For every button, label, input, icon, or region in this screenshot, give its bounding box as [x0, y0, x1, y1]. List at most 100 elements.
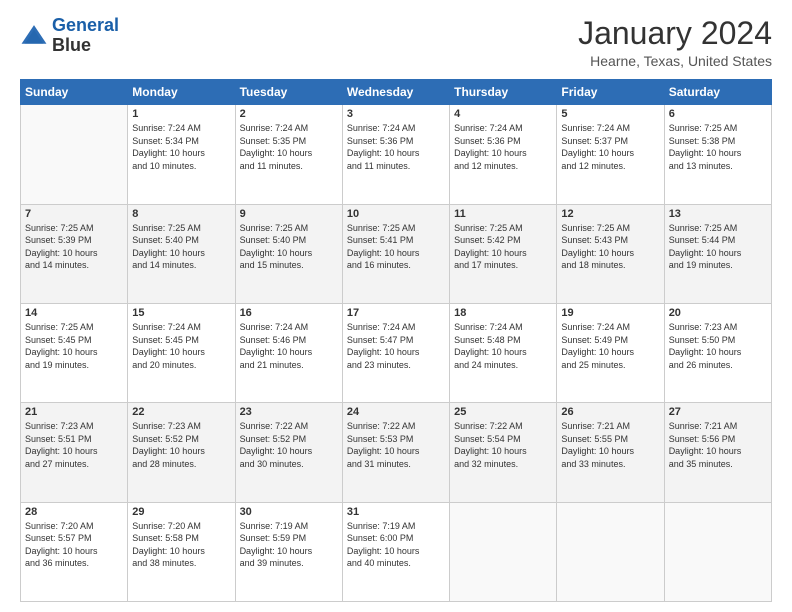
logo-icon	[20, 22, 48, 50]
calendar-cell: 14 Sunrise: 7:25 AM Sunset: 5:45 PM Dayli…	[21, 303, 128, 402]
day-number: 4	[454, 108, 552, 120]
calendar-cell: 4Sunrise: 7:24 AM Sunset: 5:36 PM Daylig…	[450, 105, 557, 204]
calendar-cell: 17 Sunrise: 7:24 AM Sunset: 5:47 PM Dayli…	[342, 303, 449, 402]
day-number: 8	[132, 208, 230, 220]
day-number: 21	[25, 406, 123, 418]
day-number: 1	[132, 108, 230, 120]
day-info: Sunrise: 7:23 AM Sunset: 5:50 PM Dayligh…	[669, 321, 767, 371]
day-info: Sunrise: 7:25 AM Sunset: 5:40 PM Dayligh…	[240, 222, 338, 272]
day-info: Sunrise: 7:25 AM Sunset: 5:39 PM Dayligh…	[25, 222, 123, 272]
day-number: 30	[240, 506, 338, 518]
day-info: Sunrise: 7:20 AM Sunset: 5:57 PM Dayligh…	[25, 520, 123, 570]
logo-text: General Blue	[52, 16, 119, 56]
day-info: Sunrise: 7:24 AM Sunset: 5:34 PM Dayligh…	[132, 122, 230, 172]
calendar-cell: 24 Sunrise: 7:22 AM Sunset: 5:53 PM Dayli…	[342, 403, 449, 502]
day-header: Tuesday	[235, 80, 342, 105]
day-info: Sunrise: 7:22 AM Sunset: 5:52 PM Dayligh…	[240, 420, 338, 470]
day-info: Sunrise: 7:20 AM Sunset: 5:58 PM Dayligh…	[132, 520, 230, 570]
day-number: 18	[454, 307, 552, 319]
day-info: Sunrise: 7:19 AM Sunset: 6:00 PM Dayligh…	[347, 520, 445, 570]
day-number: 24	[347, 406, 445, 418]
calendar: SundayMondayTuesdayWednesdayThursdayFrid…	[20, 79, 772, 602]
day-info: Sunrise: 7:21 AM Sunset: 5:55 PM Dayligh…	[561, 420, 659, 470]
day-number: 27	[669, 406, 767, 418]
day-number: 6	[669, 108, 767, 120]
day-number: 12	[561, 208, 659, 220]
calendar-cell: 27 Sunrise: 7:21 AM Sunset: 5:56 PM Dayli…	[664, 403, 771, 502]
calendar-cell: 7 Sunrise: 7:25 AM Sunset: 5:39 PM Daylig…	[21, 204, 128, 303]
day-number: 31	[347, 506, 445, 518]
day-info: Sunrise: 7:24 AM Sunset: 5:49 PM Dayligh…	[561, 321, 659, 371]
day-number: 7	[25, 208, 123, 220]
day-number: 13	[669, 208, 767, 220]
calendar-cell: 6 Sunrise: 7:25 AM Sunset: 5:38 PM Daylig…	[664, 105, 771, 204]
day-number: 28	[25, 506, 123, 518]
calendar-cell	[450, 502, 557, 601]
day-number: 19	[561, 307, 659, 319]
day-number: 11	[454, 208, 552, 220]
day-info: Sunrise: 7:25 AM Sunset: 5:40 PM Dayligh…	[132, 222, 230, 272]
logo: General Blue	[20, 16, 119, 56]
location: Hearne, Texas, United States	[578, 53, 772, 69]
calendar-cell: 11 Sunrise: 7:25 AM Sunset: 5:42 PM Dayli…	[450, 204, 557, 303]
calendar-cell: 10 Sunrise: 7:25 AM Sunset: 5:41 PM Dayli…	[342, 204, 449, 303]
header: General Blue January 2024 Hearne, Texas,…	[20, 16, 772, 69]
calendar-cell: 2 Sunrise: 7:24 AM Sunset: 5:35 PM Daylig…	[235, 105, 342, 204]
day-info: Sunrise: 7:25 AM Sunset: 5:41 PM Dayligh…	[347, 222, 445, 272]
calendar-cell: 9 Sunrise: 7:25 AM Sunset: 5:40 PM Daylig…	[235, 204, 342, 303]
calendar-cell: 3 Sunrise: 7:24 AM Sunset: 5:36 PM Daylig…	[342, 105, 449, 204]
day-info: Sunrise: 7:22 AM Sunset: 5:53 PM Dayligh…	[347, 420, 445, 470]
calendar-cell: 1 Sunrise: 7:24 AM Sunset: 5:34 PM Daylig…	[128, 105, 235, 204]
calendar-cell: 18Sunrise: 7:24 AM Sunset: 5:48 PM Dayli…	[450, 303, 557, 402]
day-number: 16	[240, 307, 338, 319]
day-number: 29	[132, 506, 230, 518]
day-number: 15	[132, 307, 230, 319]
day-info: Sunrise: 7:24 AM Sunset: 5:36 PM Dayligh…	[347, 122, 445, 172]
day-number: 23	[240, 406, 338, 418]
day-number: 17	[347, 307, 445, 319]
day-number: 25	[454, 406, 552, 418]
day-info: Sunrise: 7:24 AM Sunset: 5:45 PM Dayligh…	[132, 321, 230, 371]
day-info: Sunrise: 7:24 AM Sunset: 5:35 PM Dayligh…	[240, 122, 338, 172]
day-info: Sunrise: 7:21 AM Sunset: 5:56 PM Dayligh…	[669, 420, 767, 470]
calendar-cell: 21Sunrise: 7:23 AM Sunset: 5:51 PM Dayli…	[21, 403, 128, 502]
day-info: Sunrise: 7:24 AM Sunset: 5:47 PM Dayligh…	[347, 321, 445, 371]
day-info: Sunrise: 7:25 AM Sunset: 5:43 PM Dayligh…	[561, 222, 659, 272]
calendar-cell: 25 Sunrise: 7:22 AM Sunset: 5:54 PM Dayli…	[450, 403, 557, 502]
calendar-cell: 5Sunrise: 7:24 AM Sunset: 5:37 PM Daylig…	[557, 105, 664, 204]
day-header: Sunday	[21, 80, 128, 105]
calendar-cell: 31 Sunrise: 7:19 AM Sunset: 6:00 PM Dayli…	[342, 502, 449, 601]
day-number: 14	[25, 307, 123, 319]
calendar-cell: 22 Sunrise: 7:23 AM Sunset: 5:52 PM Dayli…	[128, 403, 235, 502]
day-info: Sunrise: 7:25 AM Sunset: 5:42 PM Dayligh…	[454, 222, 552, 272]
calendar-cell: 15 Sunrise: 7:24 AM Sunset: 5:45 PM Dayli…	[128, 303, 235, 402]
day-info: Sunrise: 7:22 AM Sunset: 5:54 PM Dayligh…	[454, 420, 552, 470]
day-number: 2	[240, 108, 338, 120]
day-info: Sunrise: 7:25 AM Sunset: 5:44 PM Dayligh…	[669, 222, 767, 272]
calendar-cell: 19 Sunrise: 7:24 AM Sunset: 5:49 PM Dayli…	[557, 303, 664, 402]
day-number: 3	[347, 108, 445, 120]
calendar-cell	[557, 502, 664, 601]
day-info: Sunrise: 7:25 AM Sunset: 5:38 PM Dayligh…	[669, 122, 767, 172]
calendar-cell: 29 Sunrise: 7:20 AM Sunset: 5:58 PM Dayli…	[128, 502, 235, 601]
day-info: Sunrise: 7:23 AM Sunset: 5:52 PM Dayligh…	[132, 420, 230, 470]
day-number: 9	[240, 208, 338, 220]
day-header: Saturday	[664, 80, 771, 105]
day-header: Thursday	[450, 80, 557, 105]
calendar-cell	[21, 105, 128, 204]
day-info: Sunrise: 7:25 AM Sunset: 5:45 PM Dayligh…	[25, 321, 123, 371]
calendar-cell: 16 Sunrise: 7:24 AM Sunset: 5:46 PM Dayli…	[235, 303, 342, 402]
day-number: 20	[669, 307, 767, 319]
day-info: Sunrise: 7:24 AM Sunset: 5:46 PM Dayligh…	[240, 321, 338, 371]
calendar-cell: 28 Sunrise: 7:20 AM Sunset: 5:57 PM Dayli…	[21, 502, 128, 601]
day-number: 10	[347, 208, 445, 220]
day-info: Sunrise: 7:24 AM Sunset: 5:37 PM Dayligh…	[561, 122, 659, 172]
calendar-cell	[664, 502, 771, 601]
calendar-cell: 30 Sunrise: 7:19 AM Sunset: 5:59 PM Dayli…	[235, 502, 342, 601]
calendar-cell: 13 Sunrise: 7:25 AM Sunset: 5:44 PM Dayli…	[664, 204, 771, 303]
calendar-cell: 12 Sunrise: 7:25 AM Sunset: 5:43 PM Dayli…	[557, 204, 664, 303]
day-header: Wednesday	[342, 80, 449, 105]
day-number: 22	[132, 406, 230, 418]
calendar-cell: 20 Sunrise: 7:23 AM Sunset: 5:50 PM Dayli…	[664, 303, 771, 402]
day-info: Sunrise: 7:19 AM Sunset: 5:59 PM Dayligh…	[240, 520, 338, 570]
